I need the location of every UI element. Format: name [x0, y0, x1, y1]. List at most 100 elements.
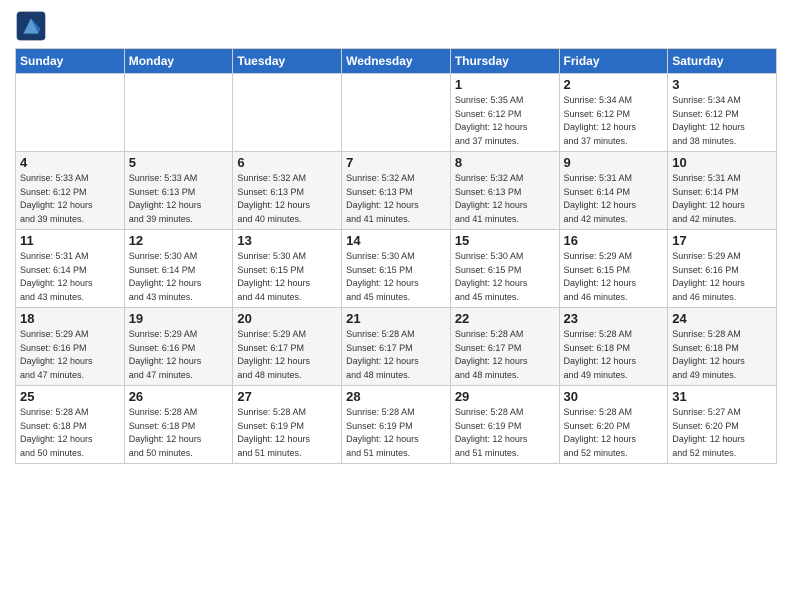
day-number: 21 — [346, 311, 446, 326]
calendar-cell: 21 Sunrise: 5:28 AM Sunset: 6:17 PM Dayli… — [342, 308, 451, 386]
weekday-header-thursday: Thursday — [450, 49, 559, 74]
calendar-cell: 20Sunrise: 5:29 AM Sunset: 6:17 PM Dayli… — [233, 308, 342, 386]
calendar-cell: 24 Sunrise: 5:28 AM Sunset: 6:18 PM Dayli… — [668, 308, 777, 386]
weekday-header-friday: Friday — [559, 49, 668, 74]
calendar-cell: 1 Sunrise: 5:35 AM Sunset: 6:12 PM Daylig… — [450, 74, 559, 152]
day-info: Sunrise: 5:28 AM Sunset: 6:18 PM Dayligh… — [20, 406, 120, 460]
calendar-cell: 14 Sunrise: 5:30 AM Sunset: 6:15 PM Dayli… — [342, 230, 451, 308]
day-info: Sunrise: 5:28 AM Sunset: 6:18 PM Dayligh… — [564, 328, 664, 382]
calendar-cell: 3 Sunrise: 5:34 AM Sunset: 6:12 PM Daylig… — [668, 74, 777, 152]
calendar-cell: 22 Sunrise: 5:28 AM Sunset: 6:17 PM Dayli… — [450, 308, 559, 386]
day-info: Sunrise: 5:29 AM Sunset: 6:16 PM Dayligh… — [672, 250, 772, 304]
calendar-cell: 15Sunrise: 5:30 AM Sunset: 6:15 PM Dayli… — [450, 230, 559, 308]
calendar-cell: 9 Sunrise: 5:31 AM Sunset: 6:14 PM Daylig… — [559, 152, 668, 230]
day-info: Sunrise: 5:29 AM Sunset: 6:15 PM Dayligh… — [564, 250, 664, 304]
calendar-cell: 19 Sunrise: 5:29 AM Sunset: 6:16 PM Dayli… — [124, 308, 233, 386]
day-info: Sunrise: 5:28 AM Sunset: 6:19 PM Dayligh… — [455, 406, 555, 460]
calendar-cell: 17 Sunrise: 5:29 AM Sunset: 6:16 PM Dayli… — [668, 230, 777, 308]
calendar-cell: 11 Sunrise: 5:31 AM Sunset: 6:14 PM Dayli… — [16, 230, 125, 308]
day-info: Sunrise: 5:34 AM Sunset: 6:12 PM Dayligh… — [672, 94, 772, 148]
weekday-header-wednesday: Wednesday — [342, 49, 451, 74]
calendar-cell: 23 Sunrise: 5:28 AM Sunset: 6:18 PM Dayli… — [559, 308, 668, 386]
day-number: 22 — [455, 311, 555, 326]
day-info: Sunrise: 5:28 AM Sunset: 6:20 PM Dayligh… — [564, 406, 664, 460]
calendar-cell: 29 Sunrise: 5:28 AM Sunset: 6:19 PM Dayli… — [450, 386, 559, 464]
day-number: 10 — [672, 155, 772, 170]
day-info: Sunrise: 5:32 AM Sunset: 6:13 PM Dayligh… — [237, 172, 337, 226]
calendar-cell: 2 Sunrise: 5:34 AM Sunset: 6:12 PM Daylig… — [559, 74, 668, 152]
day-info: Sunrise: 5:28 AM Sunset: 6:18 PM Dayligh… — [129, 406, 229, 460]
day-info: Sunrise: 5:35 AM Sunset: 6:12 PM Dayligh… — [455, 94, 555, 148]
day-info: Sunrise: 5:28 AM Sunset: 6:17 PM Dayligh… — [455, 328, 555, 382]
day-number: 17 — [672, 233, 772, 248]
weekday-header-monday: Monday — [124, 49, 233, 74]
calendar-cell — [233, 74, 342, 152]
day-number: 26 — [129, 389, 229, 404]
day-info: Sunrise: 5:30 AM Sunset: 6:15 PM Dayligh… — [455, 250, 555, 304]
weekday-header-row: SundayMondayTuesdayWednesdayThursdayFrid… — [16, 49, 777, 74]
weekday-header-saturday: Saturday — [668, 49, 777, 74]
day-info: Sunrise: 5:34 AM Sunset: 6:12 PM Dayligh… — [564, 94, 664, 148]
calendar-cell: 26 Sunrise: 5:28 AM Sunset: 6:18 PM Dayli… — [124, 386, 233, 464]
day-number: 25 — [20, 389, 120, 404]
calendar-cell: 25 Sunrise: 5:28 AM Sunset: 6:18 PM Dayli… — [16, 386, 125, 464]
day-info: Sunrise: 5:31 AM Sunset: 6:14 PM Dayligh… — [564, 172, 664, 226]
logo — [15, 10, 51, 42]
day-number: 16 — [564, 233, 664, 248]
calendar-cell — [124, 74, 233, 152]
day-number: 9 — [564, 155, 664, 170]
day-number: 28 — [346, 389, 446, 404]
calendar-cell: 16 Sunrise: 5:29 AM Sunset: 6:15 PM Dayli… — [559, 230, 668, 308]
calendar-cell: 4Sunrise: 5:33 AM Sunset: 6:12 PM Daylig… — [16, 152, 125, 230]
day-number: 11 — [20, 233, 120, 248]
weekday-header-tuesday: Tuesday — [233, 49, 342, 74]
calendar-cell — [342, 74, 451, 152]
calendar-cell: 8Sunrise: 5:32 AM Sunset: 6:13 PM Daylig… — [450, 152, 559, 230]
weekday-header-sunday: Sunday — [16, 49, 125, 74]
day-number: 30 — [564, 389, 664, 404]
day-number: 23 — [564, 311, 664, 326]
calendar-cell — [16, 74, 125, 152]
day-info: Sunrise: 5:28 AM Sunset: 6:19 PM Dayligh… — [237, 406, 337, 460]
day-info: Sunrise: 5:28 AM Sunset: 6:18 PM Dayligh… — [672, 328, 772, 382]
day-number: 19 — [129, 311, 229, 326]
calendar-cell: 27 Sunrise: 5:28 AM Sunset: 6:19 PM Dayli… — [233, 386, 342, 464]
day-number: 7 — [346, 155, 446, 170]
day-number: 6 — [237, 155, 337, 170]
day-number: 14 — [346, 233, 446, 248]
day-info: Sunrise: 5:29 AM Sunset: 6:16 PM Dayligh… — [129, 328, 229, 382]
day-number: 31 — [672, 389, 772, 404]
day-info: Sunrise: 5:28 AM Sunset: 6:17 PM Dayligh… — [346, 328, 446, 382]
day-info: Sunrise: 5:31 AM Sunset: 6:14 PM Dayligh… — [20, 250, 120, 304]
day-info: Sunrise: 5:30 AM Sunset: 6:14 PM Dayligh… — [129, 250, 229, 304]
logo-icon — [15, 10, 47, 42]
calendar-week-2: 4Sunrise: 5:33 AM Sunset: 6:12 PM Daylig… — [16, 152, 777, 230]
day-number: 13 — [237, 233, 337, 248]
calendar-week-1: 1 Sunrise: 5:35 AM Sunset: 6:12 PM Daylig… — [16, 74, 777, 152]
day-info: Sunrise: 5:27 AM Sunset: 6:20 PM Dayligh… — [672, 406, 772, 460]
calendar-cell: 6 Sunrise: 5:32 AM Sunset: 6:13 PM Daylig… — [233, 152, 342, 230]
day-number: 27 — [237, 389, 337, 404]
day-number: 24 — [672, 311, 772, 326]
day-number: 20 — [237, 311, 337, 326]
day-number: 18 — [20, 311, 120, 326]
page: SundayMondayTuesdayWednesdayThursdayFrid… — [0, 0, 792, 612]
calendar-cell: 12 Sunrise: 5:30 AM Sunset: 6:14 PM Dayli… — [124, 230, 233, 308]
day-info: Sunrise: 5:33 AM Sunset: 6:13 PM Dayligh… — [129, 172, 229, 226]
day-number: 12 — [129, 233, 229, 248]
day-number: 2 — [564, 77, 664, 92]
day-number: 1 — [455, 77, 555, 92]
day-info: Sunrise: 5:30 AM Sunset: 6:15 PM Dayligh… — [237, 250, 337, 304]
day-number: 8 — [455, 155, 555, 170]
calendar-cell: 30 Sunrise: 5:28 AM Sunset: 6:20 PM Dayli… — [559, 386, 668, 464]
calendar-cell: 18Sunrise: 5:29 AM Sunset: 6:16 PM Dayli… — [16, 308, 125, 386]
calendar-cell: 5Sunrise: 5:33 AM Sunset: 6:13 PM Daylig… — [124, 152, 233, 230]
day-info: Sunrise: 5:30 AM Sunset: 6:15 PM Dayligh… — [346, 250, 446, 304]
calendar: SundayMondayTuesdayWednesdayThursdayFrid… — [15, 48, 777, 464]
calendar-cell: 10 Sunrise: 5:31 AM Sunset: 6:14 PM Dayli… — [668, 152, 777, 230]
header — [15, 10, 777, 42]
day-info: Sunrise: 5:31 AM Sunset: 6:14 PM Dayligh… — [672, 172, 772, 226]
day-number: 29 — [455, 389, 555, 404]
day-number: 3 — [672, 77, 772, 92]
calendar-cell: 13 Sunrise: 5:30 AM Sunset: 6:15 PM Dayli… — [233, 230, 342, 308]
